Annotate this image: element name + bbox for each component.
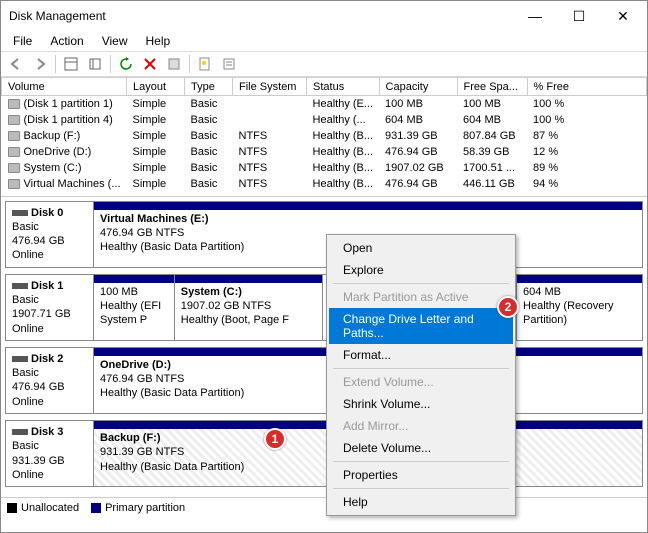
disk-row: Disk 1Basic1907.71 GBOnline100 MBHealthy… xyxy=(5,274,643,341)
volume-icon xyxy=(8,99,20,109)
disk-icon xyxy=(12,283,28,289)
titlebar: Disk Management — ☐ ✕ xyxy=(1,1,647,31)
disk-icon xyxy=(12,356,28,362)
ctx-mirror: Add Mirror... xyxy=(329,415,513,437)
maximize-button[interactable]: ☐ xyxy=(557,2,601,30)
disk-label[interactable]: Disk 1Basic1907.71 GBOnline xyxy=(6,275,94,340)
settings-icon[interactable] xyxy=(163,53,185,75)
disk-icon xyxy=(12,429,28,435)
menu-file[interactable]: File xyxy=(5,32,40,50)
ctx-open[interactable]: Open xyxy=(329,237,513,259)
minimize-button[interactable]: — xyxy=(513,2,557,30)
legend-primary-label: Primary partition xyxy=(105,502,185,514)
disk-row: Disk 2Basic476.94 GBOnlineOneDrive (D:)4… xyxy=(5,347,643,414)
ctx-delete[interactable]: Delete Volume... xyxy=(329,437,513,459)
ctx-extend: Extend Volume... xyxy=(329,371,513,393)
volume-icon xyxy=(8,147,20,157)
col-type[interactable]: Type xyxy=(185,78,233,96)
legend-primary-swatch xyxy=(91,503,101,513)
partition[interactable]: 604 MBHealthy (Recovery Partition) xyxy=(517,275,642,340)
ctx-mark-active: Mark Partition as Active xyxy=(329,286,513,308)
view-button[interactable] xyxy=(60,53,82,75)
col-pctfree[interactable]: % Free xyxy=(527,78,646,96)
ctx-shrink[interactable]: Shrink Volume... xyxy=(329,393,513,415)
annotation-badge-1: 1 xyxy=(264,428,286,450)
disk-row: Disk 0Basic476.94 GBOnlineVirtual Machin… xyxy=(5,201,643,268)
partition[interactable]: 100 MBHealthy (EFI System P xyxy=(94,275,175,340)
back-button[interactable] xyxy=(5,53,27,75)
context-menu: Open Explore Mark Partition as Active Ch… xyxy=(326,234,516,516)
menu-action[interactable]: Action xyxy=(42,32,91,50)
volume-row[interactable]: System (C:)SimpleBasicNTFSHealthy (B...1… xyxy=(2,160,647,176)
ctx-change-drive-letter[interactable]: Change Drive Letter and Paths... xyxy=(329,308,513,344)
menu-view[interactable]: View xyxy=(94,32,136,50)
col-volume[interactable]: Volume xyxy=(2,78,127,96)
col-layout[interactable]: Layout xyxy=(127,78,185,96)
volume-icon xyxy=(8,115,20,125)
legend-unallocated-label: Unallocated xyxy=(21,502,79,514)
col-fs[interactable]: File System xyxy=(233,78,307,96)
ctx-format[interactable]: Format... xyxy=(329,344,513,366)
disk-icon xyxy=(12,210,28,216)
legend: Unallocated Primary partition xyxy=(1,497,647,518)
volume-row[interactable]: (Disk 1 partition 4)SimpleBasicHealthy (… xyxy=(2,112,647,128)
volume-row[interactable]: Virtual Machines (...SimpleBasicNTFSHeal… xyxy=(2,176,647,192)
legend-unallocated-swatch xyxy=(7,503,17,513)
close-button[interactable]: ✕ xyxy=(601,2,645,30)
disk-label[interactable]: Disk 0Basic476.94 GBOnline xyxy=(6,202,94,267)
delete-icon[interactable] xyxy=(139,53,161,75)
col-capacity[interactable]: Capacity xyxy=(379,78,457,96)
col-status[interactable]: Status xyxy=(307,78,380,96)
toolbar xyxy=(1,51,647,77)
annotation-badge-2: 2 xyxy=(497,296,519,318)
volume-row[interactable]: (Disk 1 partition 1)SimpleBasicHealthy (… xyxy=(2,96,647,112)
menu-help[interactable]: Help xyxy=(138,32,179,50)
ctx-properties[interactable]: Properties xyxy=(329,464,513,486)
disk-label[interactable]: Disk 2Basic476.94 GBOnline xyxy=(6,348,94,413)
volume-icon xyxy=(8,179,20,189)
menubar: File Action View Help xyxy=(1,31,647,51)
col-free[interactable]: Free Spa... xyxy=(457,78,527,96)
list-icon[interactable] xyxy=(218,53,240,75)
volume-row[interactable]: Backup (F:)SimpleBasicNTFSHealthy (B...9… xyxy=(2,128,647,144)
partition[interactable]: System (C:)1907.02 GB NTFSHealthy (Boot,… xyxy=(175,275,324,340)
help-icon[interactable] xyxy=(194,53,216,75)
volume-list: Volume Layout Type File System Status Ca… xyxy=(1,77,647,192)
window-title: Disk Management xyxy=(9,9,513,23)
volume-icon xyxy=(8,163,20,173)
disk-label[interactable]: Disk 3Basic931.39 GBOnline xyxy=(6,421,94,486)
disk-row: Disk 3Basic931.39 GBOnlineBackup (F:)931… xyxy=(5,420,643,487)
disk-graphical-view: Disk 0Basic476.94 GBOnlineVirtual Machin… xyxy=(1,196,647,498)
volume-icon xyxy=(8,131,20,141)
forward-button[interactable] xyxy=(29,53,51,75)
volume-row[interactable]: OneDrive (D:)SimpleBasicNTFSHealthy (B..… xyxy=(2,144,647,160)
properties-button[interactable] xyxy=(84,53,106,75)
refresh-button[interactable] xyxy=(115,53,137,75)
ctx-explore[interactable]: Explore xyxy=(329,259,513,281)
ctx-help[interactable]: Help xyxy=(329,491,513,513)
